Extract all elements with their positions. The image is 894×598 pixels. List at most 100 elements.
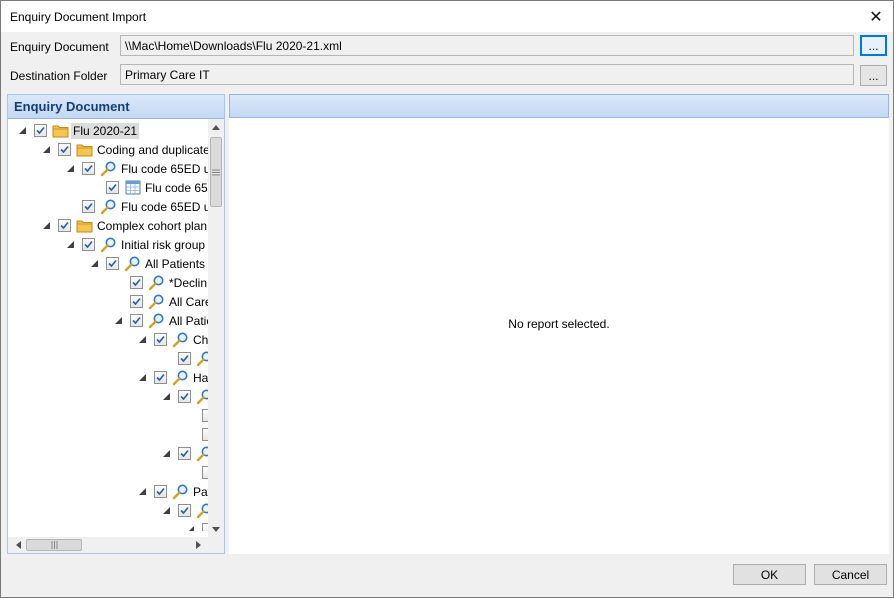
tree-node-label: All Patients	[145, 256, 206, 271]
horizontal-scroll-thumb[interactable]	[26, 539, 82, 551]
tree-node[interactable]: All Patie	[112, 311, 208, 330]
expand-toggle-icon[interactable]	[88, 258, 100, 270]
vertical-scroll-thumb[interactable]	[210, 137, 222, 207]
tree-node-checkbox[interactable]	[154, 371, 167, 384]
expand-toggle-icon[interactable]	[184, 524, 196, 531]
cancel-button[interactable]: Cancel	[814, 564, 887, 585]
folder-icon	[52, 123, 69, 139]
destination-folder-label: Destination Folder	[10, 69, 108, 83]
tree-node-checkbox[interactable]	[178, 352, 191, 365]
tree-node[interactable]	[184, 406, 208, 425]
tree-node[interactable]: Pat	[136, 482, 208, 501]
expand-toggle-icon[interactable]	[16, 125, 28, 137]
vertical-scrollbar[interactable]	[208, 119, 224, 537]
tree-node[interactable]	[184, 520, 208, 531]
tree-node-label: Flu 2020-21	[71, 122, 140, 139]
tree-node-label: Coding and duplicate	[97, 142, 208, 157]
tree-node-label: Flu code 65ED u	[121, 199, 208, 214]
browse-enquiry-document-button[interactable]: ...	[860, 35, 887, 56]
tree-node[interactable]	[160, 387, 208, 406]
enquiry-document-label: Enquiry Document	[10, 40, 109, 54]
search-icon	[172, 332, 189, 348]
report-panel: No report selected.	[229, 94, 889, 554]
search-icon	[196, 446, 208, 462]
scroll-corner	[208, 537, 224, 553]
tree-node[interactable]: All Care	[112, 292, 208, 311]
tree-node[interactable]	[184, 463, 208, 482]
search-icon	[148, 294, 165, 310]
expand-toggle-icon[interactable]	[160, 391, 172, 403]
scroll-right-arrow-icon[interactable]	[190, 537, 206, 553]
scroll-left-arrow-icon[interactable]	[10, 537, 26, 553]
close-button[interactable]: ✕	[859, 1, 893, 32]
search-icon	[100, 161, 117, 177]
tree-node-checkbox[interactable]	[82, 162, 95, 175]
tree-node-checkbox[interactable]	[58, 219, 71, 232]
tree-node[interactable]: Ha	[136, 368, 208, 387]
expand-toggle-icon[interactable]	[136, 372, 148, 384]
tree-node-checkbox[interactable]	[178, 390, 191, 403]
tree-node-checkbox[interactable]	[178, 504, 191, 517]
search-icon	[196, 389, 208, 405]
tree-node[interactable]	[160, 501, 208, 520]
tree-node[interactable]: *Declin	[112, 273, 208, 292]
tree-node-label: *Declin	[169, 275, 208, 290]
scroll-down-arrow-icon[interactable]	[208, 521, 224, 537]
tree-node-checkbox[interactable]	[130, 314, 143, 327]
expand-toggle-icon[interactable]	[40, 220, 52, 232]
tree-node[interactable]: Flu code 65ED us	[64, 159, 208, 178]
tree-node-checkbox[interactable]	[106, 181, 119, 194]
panel-header: Enquiry Document	[8, 95, 224, 119]
tree-node-label: Flu code 65E	[145, 180, 208, 195]
destination-folder-field[interactable]: Primary Care IT	[120, 64, 854, 85]
tree-node-checkbox[interactable]	[82, 200, 95, 213]
tree-node[interactable]: Chi	[136, 330, 208, 349]
title-bar: Enquiry Document Import ✕	[1, 1, 893, 32]
tree-node-checkbox[interactable]	[58, 143, 71, 156]
browse-destination-folder-button[interactable]: ...	[860, 65, 887, 86]
horizontal-scrollbar[interactable]	[8, 537, 208, 553]
scroll-up-arrow-icon[interactable]	[208, 119, 224, 135]
expand-toggle-icon[interactable]	[64, 163, 76, 175]
tree-node-label: Initial risk group	[121, 237, 206, 252]
tree-node-checkbox[interactable]	[130, 295, 143, 308]
expand-toggle-icon[interactable]	[136, 486, 148, 498]
enquiry-document-field[interactable]: \\Mac\Home\Downloads\Flu 2020-21.xml	[120, 35, 854, 56]
tree-node[interactable]	[160, 349, 208, 368]
tree-node[interactable]: Flu 2020-21	[16, 121, 140, 140]
tree-node-checkbox[interactable]	[154, 333, 167, 346]
search-icon	[148, 313, 165, 329]
tree-node-label: All Care	[169, 294, 208, 309]
tree-node[interactable]: Flu code 65E	[88, 178, 208, 197]
tree-node-checkbox[interactable]	[82, 238, 95, 251]
tree-node-label: Pat	[193, 484, 208, 499]
tree-node[interactable]	[160, 444, 208, 463]
ok-button[interactable]: OK	[733, 564, 806, 585]
expand-toggle-icon[interactable]	[40, 144, 52, 156]
expand-toggle-icon[interactable]	[112, 315, 124, 327]
tree-node[interactable]: Flu code 65ED u	[64, 197, 208, 216]
tree-node[interactable]: Complex cohort plan	[40, 216, 208, 235]
tree-node-checkbox[interactable]	[34, 124, 47, 137]
expand-toggle-icon[interactable]	[160, 505, 172, 517]
tree-node-checkbox[interactable]	[154, 485, 167, 498]
expand-toggle-icon[interactable]	[64, 239, 76, 251]
tree-node[interactable]	[184, 425, 208, 444]
tree-node[interactable]: Initial risk group	[64, 235, 207, 254]
expand-toggle-icon[interactable]	[136, 334, 148, 346]
tree-node[interactable]: All Patients	[88, 254, 207, 273]
expand-toggle-icon[interactable]	[160, 448, 172, 460]
tree-node[interactable]: Coding and duplicate	[40, 140, 208, 159]
document-tree[interactable]: Flu 2020-21 Coding and duplicate Flu code …	[8, 119, 208, 531]
tree-node-checkbox[interactable]	[106, 257, 119, 270]
tree-node-label: Flu code 65ED us	[121, 161, 208, 176]
window-title: Enquiry Document Import	[10, 10, 147, 24]
tree-node-checkbox[interactable]	[130, 276, 143, 289]
report-icon	[124, 180, 141, 196]
tree-node-checkbox[interactable]	[178, 447, 191, 460]
